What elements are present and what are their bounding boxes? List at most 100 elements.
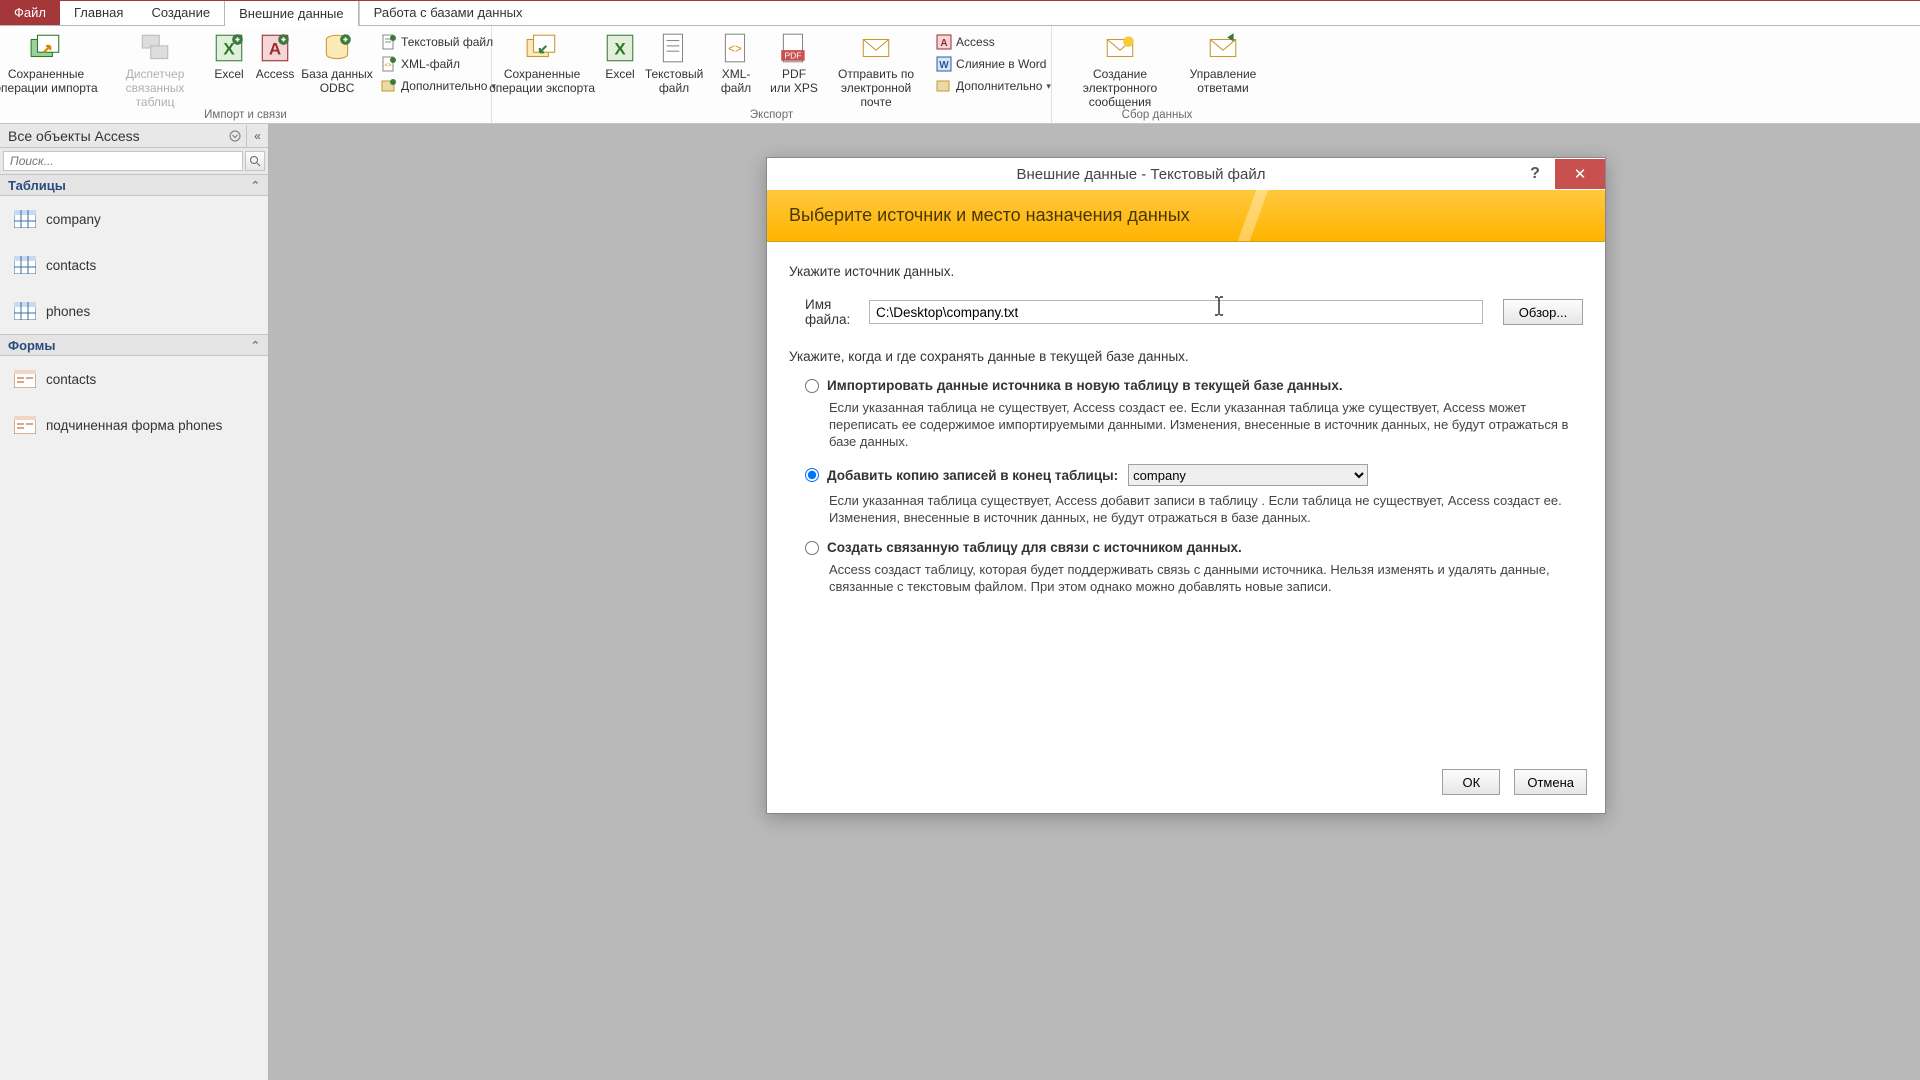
browse-button[interactable]: Обзор... (1503, 299, 1583, 325)
radio-link[interactable] (805, 541, 819, 555)
radio-import-new[interactable] (805, 379, 819, 393)
export-email-button[interactable]: Отправить по электронной почте (822, 28, 930, 109)
access-small-icon: A (936, 34, 952, 50)
export-pdf-button[interactable]: PDF PDF или XPS (766, 28, 822, 95)
saved-exports-button[interactable]: Сохраненные операции экспорта (486, 28, 598, 95)
table-icon (14, 302, 36, 320)
nav-collapse-button[interactable]: « (246, 125, 268, 147)
import-xml-file-button[interactable]: <> XML-файл (381, 53, 496, 75)
store-hint-text: Укажите, когда и где сохранять данные в … (789, 349, 1583, 364)
export-more-button[interactable]: Дополнительно ▾ (936, 75, 1051, 97)
ribbon-group-export: Сохраненные операции экспорта X Excel Те… (492, 26, 1052, 123)
nav-table-company[interactable]: company (0, 196, 268, 242)
svg-text:<>: <> (385, 63, 393, 69)
saved-exports-icon (525, 31, 559, 65)
nav-search-row (0, 148, 268, 174)
nav-section-tables-header[interactable]: Таблицы ⌃ (0, 174, 268, 196)
export-small-stack: A Access W Слияние в Word Дополнительно … (930, 28, 1057, 100)
nav-section-forms: Формы ⌃ contacts подчиненная форма phone… (0, 334, 268, 448)
import-more-label: Дополнительно (401, 79, 487, 93)
dialog-banner-text: Выберите источник и место назначения дан… (767, 205, 1190, 226)
saved-imports-button[interactable]: Сохраненные операции импорта (0, 28, 103, 95)
option-import-new-desc: Если указанная таблица не существует, Ac… (829, 399, 1583, 450)
svg-text:<>: <> (728, 42, 742, 55)
nav-section-tables-label: Таблицы (8, 178, 66, 193)
ribbon-group-collect: Создание электронного сообщения Управлен… (1052, 26, 1262, 123)
nav-search-button[interactable] (245, 151, 265, 171)
nav-form-contacts[interactable]: contacts (0, 356, 268, 402)
text-file-export-icon (657, 31, 691, 65)
ribbon-group-import: Сохраненные операции импорта Диспетчер с… (0, 26, 492, 123)
form-icon (14, 416, 36, 434)
ok-button[interactable]: ОК (1442, 769, 1500, 795)
import-excel-button[interactable]: X Excel (207, 28, 251, 81)
nav-table-phones[interactable]: phones (0, 288, 268, 334)
radio-append[interactable] (805, 468, 819, 482)
dialog-title: Внешние данные - Текстовый файл (767, 166, 1515, 183)
import-xml-file-label: XML-файл (401, 57, 460, 71)
option-link-label[interactable]: Создать связанную таблицу для связи с ис… (827, 540, 1242, 555)
export-word-merge-button[interactable]: W Слияние в Word (936, 53, 1051, 75)
nav-filter-dropdown[interactable] (224, 125, 246, 147)
import-odbc-button[interactable]: База данных ODBC (299, 28, 375, 95)
svg-text:A: A (940, 38, 947, 49)
create-email-button[interactable]: Создание электронного сообщения (1054, 28, 1186, 109)
import-text-file-button[interactable]: Текстовый файл (381, 31, 496, 53)
svg-text:X: X (614, 39, 626, 58)
nav-header-title[interactable]: Все объекты Access (0, 128, 224, 144)
tab-home[interactable]: Главная (60, 0, 137, 25)
xml-file-icon: <> (381, 56, 397, 72)
dialog-body: Укажите источник данных. Имя файла: Обзо… (767, 242, 1605, 759)
nav-section-forms-label: Формы (8, 338, 56, 353)
nav-section-forms-header[interactable]: Формы ⌃ (0, 334, 268, 356)
tab-file[interactable]: Файл (0, 0, 60, 25)
dialog-close-button[interactable]: ✕ (1555, 159, 1605, 189)
ribbon: Сохраненные операции импорта Диспетчер с… (0, 26, 1920, 124)
accent-line (0, 0, 1920, 1)
tab-create[interactable]: Создание (137, 0, 224, 25)
export-access-button[interactable]: A Access (936, 31, 1051, 53)
xml-export-icon: <> (719, 31, 753, 65)
option-import-new-label[interactable]: Импортировать данные источника в новую т… (827, 378, 1343, 393)
access-icon: A (258, 31, 292, 65)
ribbon-tabs: Файл Главная Создание Внешние данные Раб… (0, 0, 1920, 26)
export-excel-button[interactable]: X Excel (598, 28, 642, 81)
export-xml-button[interactable]: <> XML-файл (706, 28, 766, 95)
nav-section-tables: Таблицы ⌃ company contacts phones (0, 174, 268, 334)
nav-form-phones-sub[interactable]: подчиненная форма phones (0, 402, 268, 448)
dropdown-icon: ▾ (1046, 81, 1051, 92)
nav-item-label: contacts (46, 372, 96, 387)
excel-export-icon: X (603, 31, 637, 65)
import-more-button[interactable]: Дополнительно ▾ (381, 75, 496, 97)
cancel-button[interactable]: Отмена (1514, 769, 1587, 795)
tab-database-tools[interactable]: Работа с базами данных (359, 0, 537, 25)
option-append-table: Добавить копию записей в конец таблицы: … (805, 464, 1583, 526)
form-icon (14, 370, 36, 388)
export-text-file-button[interactable]: Текстовый файл (642, 28, 706, 95)
word-icon: W (936, 56, 952, 72)
text-file-icon (381, 34, 397, 50)
import-access-button[interactable]: A Access (251, 28, 299, 81)
linked-tables-icon (138, 31, 172, 65)
nav-search-input[interactable] (3, 151, 243, 171)
nav-table-contacts[interactable]: contacts (0, 242, 268, 288)
import-text-file-label: Текстовый файл (401, 35, 493, 49)
search-icon (249, 155, 261, 167)
tab-external-data[interactable]: Внешние данные (224, 0, 359, 26)
dialog-footer: ОК Отмена (767, 759, 1605, 813)
document-canvas: Внешние данные - Текстовый файл ? ✕ Выбе… (269, 124, 1920, 1080)
create-email-icon (1103, 31, 1137, 65)
append-table-select[interactable]: company (1128, 464, 1368, 486)
option-append-label[interactable]: Добавить копию записей в конец таблицы: (827, 468, 1118, 483)
excel-icon: X (212, 31, 246, 65)
file-name-input[interactable] (869, 300, 1483, 324)
saved-imports-icon (29, 31, 63, 65)
ribbon-group-import-label: Импорт и связи (204, 109, 287, 124)
export-word-merge-label: Слияние в Word (956, 57, 1046, 71)
nav-header: Все объекты Access « (0, 124, 268, 148)
import-text-dialog: Внешние данные - Текстовый файл ? ✕ Выбе… (766, 157, 1606, 814)
ribbon-group-collect-label: Сбор данных (1122, 109, 1193, 124)
table-icon (14, 210, 36, 228)
dialog-help-button[interactable]: ? (1515, 159, 1555, 189)
manage-replies-button[interactable]: Управление ответами (1186, 28, 1260, 95)
